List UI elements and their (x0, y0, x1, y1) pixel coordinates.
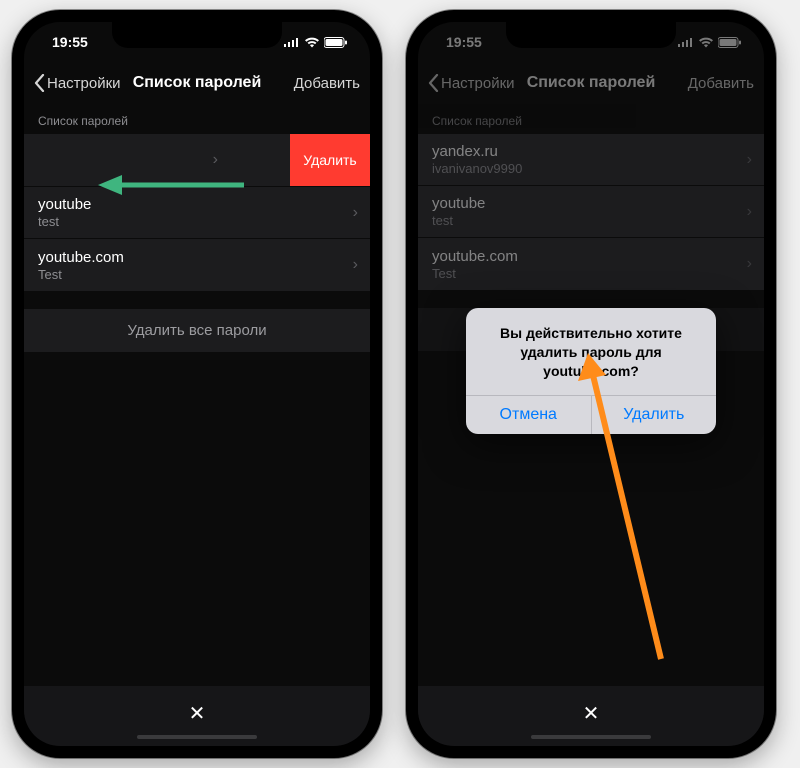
signal-icon (284, 37, 300, 47)
row-subtitle: Test (38, 267, 356, 282)
nav-action[interactable]: Добавить (294, 75, 360, 92)
close-icon[interactable]: ✕ (189, 701, 206, 726)
confirm-delete-alert: Вы действительно хотите удалить пароль д… (466, 308, 716, 434)
alert-message: Вы действительно хотите удалить пароль д… (466, 308, 716, 395)
chevron-right-icon: › (213, 151, 218, 169)
row-title: youtube.com (38, 249, 356, 266)
list-item[interactable]: youtube.com Test › (24, 239, 370, 291)
swipe-delete-button[interactable]: Удалить (290, 134, 370, 186)
notch (112, 22, 282, 48)
phone-left: 19:55 Настройки Список паролей Добавить (12, 10, 382, 758)
wifi-icon (304, 37, 320, 48)
battery-icon (324, 37, 348, 48)
modal-overlay: Вы действительно хотите удалить пароль д… (418, 22, 764, 746)
section-header: Список паролей (24, 104, 370, 134)
nav-title: Список паролей (133, 74, 262, 92)
chevron-right-icon: › (353, 204, 358, 222)
chevron-right-icon: › (353, 256, 358, 274)
home-indicator (137, 735, 257, 739)
nav-bar: Настройки Список паролей Добавить (24, 62, 370, 104)
alert-confirm-button[interactable]: Удалить (592, 396, 717, 434)
chevron-left-icon (34, 74, 45, 92)
row-subtitle: ov9990 (24, 162, 298, 177)
nav-back[interactable]: Настройки (34, 74, 121, 92)
row-title: youtube (38, 196, 356, 213)
row-title: ru (24, 144, 298, 161)
alert-cancel-button[interactable]: Отмена (466, 396, 592, 434)
list-item[interactable]: youtube test › (24, 187, 370, 239)
nav-back-label: Настройки (47, 75, 121, 92)
row-subtitle: test (38, 214, 356, 229)
password-list: ru ov9990 › Удалить youtube test › youtu… (24, 134, 370, 291)
status-time: 19:55 (52, 34, 88, 50)
phone-right: 19:55 Настройки Список паролей Добавить (406, 10, 776, 758)
delete-all-button[interactable]: Удалить все пароли (24, 309, 370, 352)
list-item[interactable]: ru ov9990 › Удалить (24, 134, 370, 187)
bottom-toolbar: ✕ (24, 686, 370, 746)
